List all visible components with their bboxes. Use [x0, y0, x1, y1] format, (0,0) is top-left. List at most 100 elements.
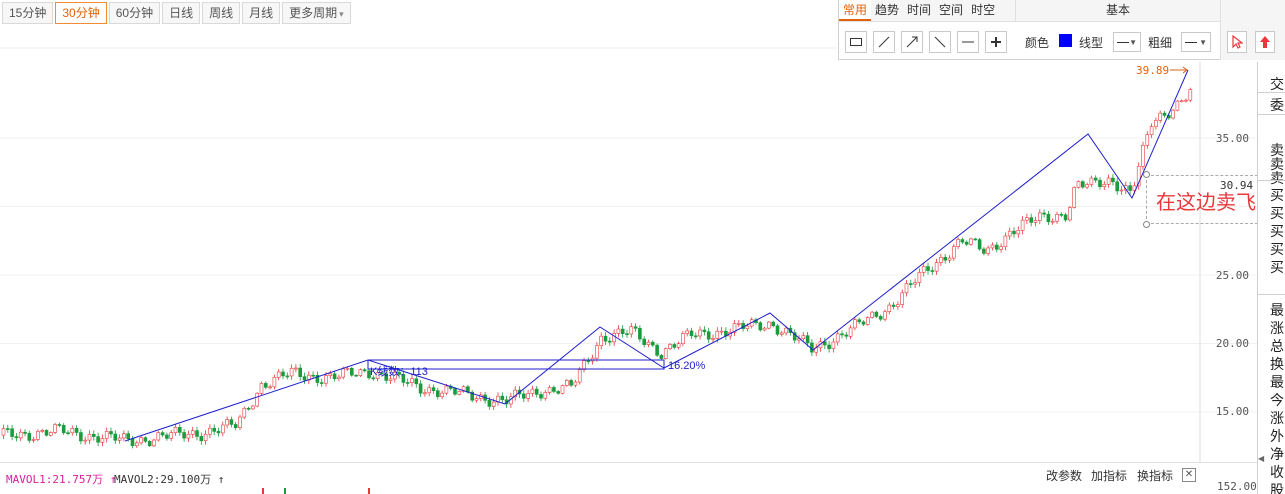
- tab-trend[interactable]: 趋势: [871, 0, 903, 21]
- candle-body: [294, 367, 298, 370]
- crosshair-tool-button[interactable]: [985, 31, 1007, 53]
- candle-body: [48, 432, 53, 436]
- candle-body: [835, 333, 840, 343]
- candle-body: [1042, 212, 1046, 215]
- candle-body: [169, 432, 173, 439]
- side-label: 换: [1270, 356, 1284, 372]
- candle-body: [969, 238, 973, 245]
- candle-body: [939, 256, 943, 263]
- side-label: 买: [1270, 259, 1284, 275]
- candle-body: [1119, 189, 1124, 192]
- volume-bar: [284, 488, 286, 494]
- candle-body: [100, 438, 105, 443]
- sell-note-text[interactable]: 在这边卖飞: [1156, 186, 1256, 215]
- candlestick-chart[interactable]: [0, 0, 1257, 494]
- candle-body: [560, 385, 565, 394]
- candle-body: [1128, 185, 1132, 191]
- candle-body: [960, 239, 965, 243]
- candle-body: [328, 373, 333, 376]
- tab-time[interactable]: 时间: [903, 0, 935, 21]
- candle-body: [861, 321, 866, 325]
- candle-body: [1059, 214, 1064, 216]
- quote-info-panel: ◀ 交委卖卖卖买买买买买最涨总换最今涨外净收股: [1257, 62, 1285, 494]
- arrow-up-icon: ↑: [217, 473, 225, 486]
- candle-body: [423, 392, 427, 395]
- candle-body: [784, 327, 788, 334]
- candle-body: [603, 335, 608, 342]
- line-type-dropdown[interactable]: ▼: [1113, 32, 1141, 52]
- candle-body: [139, 437, 143, 444]
- candle-body: [977, 239, 982, 250]
- candle-body: [311, 374, 315, 377]
- tab-monthly[interactable]: 月线: [242, 2, 281, 24]
- line-color-swatch[interactable]: [1059, 34, 1072, 47]
- close-indicator-button[interactable]: ✕: [1182, 468, 1196, 482]
- side-label: 外: [1270, 428, 1284, 444]
- candle-body: [853, 319, 857, 329]
- tab-common[interactable]: 常用: [839, 0, 872, 21]
- candle-body: [57, 424, 62, 426]
- candle-body: [147, 441, 152, 447]
- candle-body: [668, 344, 672, 349]
- candle-body: [934, 262, 939, 272]
- candle-body: [216, 431, 221, 434]
- candle-body: [1098, 179, 1102, 188]
- candle-body: [1016, 230, 1021, 235]
- switch-indicator-button[interactable]: 换指标: [1137, 467, 1173, 484]
- ray-tool-button[interactable]: [901, 31, 923, 53]
- candle-body: [926, 266, 930, 271]
- candle-body: [251, 405, 255, 410]
- annotation-handle-top[interactable]: [1143, 171, 1150, 178]
- candle-body: [848, 327, 853, 337]
- candle-body: [165, 434, 169, 439]
- candle-body: [633, 326, 638, 329]
- candle-body: [736, 323, 741, 325]
- candle-body: [358, 369, 363, 376]
- candle-body: [332, 373, 337, 379]
- candle-body: [500, 395, 505, 401]
- side-label: 收: [1270, 464, 1284, 480]
- horizontal-line-tool-button[interactable]: [957, 31, 979, 53]
- candle-body: [285, 375, 290, 378]
- candle-body: [990, 244, 995, 249]
- tab-30min[interactable]: 30分钟: [55, 2, 107, 24]
- candle-body: [715, 330, 720, 339]
- candle-body: [681, 333, 685, 345]
- candle-body: [650, 341, 655, 346]
- trend-lines[interactable]: [124, 66, 1189, 442]
- candle-body: [27, 433, 32, 441]
- candle-body: [14, 436, 19, 439]
- candle-body: [435, 390, 440, 398]
- candle-body: [203, 433, 208, 442]
- tab-time-space[interactable]: 时空: [967, 0, 999, 21]
- mark-up-button[interactable]: [1255, 31, 1275, 53]
- candle-body: [569, 380, 573, 386]
- candle-body: [1141, 144, 1145, 167]
- select-pointer-button[interactable]: [1227, 31, 1247, 53]
- candle-body: [255, 393, 259, 407]
- rectangle-icon: [850, 38, 862, 46]
- tab-weekly[interactable]: 周线: [202, 2, 241, 24]
- annotation-handle-bottom[interactable]: [1143, 221, 1150, 228]
- volume-bar: [262, 488, 264, 494]
- tab-15min[interactable]: 15分钟: [2, 2, 54, 24]
- candle-body: [629, 326, 634, 335]
- rectangle-tool-button[interactable]: [845, 31, 867, 53]
- candle-body: [199, 436, 204, 442]
- candle-body: [947, 257, 952, 261]
- thickness-dropdown[interactable]: ▼: [1181, 32, 1211, 52]
- tab-more-periods[interactable]: 更多周期 ▾: [282, 2, 351, 24]
- tab-space[interactable]: 空间: [935, 0, 967, 21]
- tab-daily[interactable]: 日线: [162, 2, 201, 24]
- tab-60min[interactable]: 60分钟: [108, 2, 161, 24]
- candle-body: [896, 304, 900, 307]
- candle-body: [1072, 187, 1076, 208]
- candle-body: [891, 304, 896, 307]
- add-indicator-button[interactable]: 加指标: [1091, 467, 1127, 484]
- line-segment-tool-button[interactable]: [873, 31, 895, 53]
- side-label: 委: [1270, 97, 1284, 113]
- ray-down-tool-button[interactable]: [929, 31, 951, 53]
- candle-body: [491, 401, 496, 407]
- change-params-button[interactable]: 改参数: [1046, 467, 1082, 484]
- candle-body: [999, 246, 1003, 250]
